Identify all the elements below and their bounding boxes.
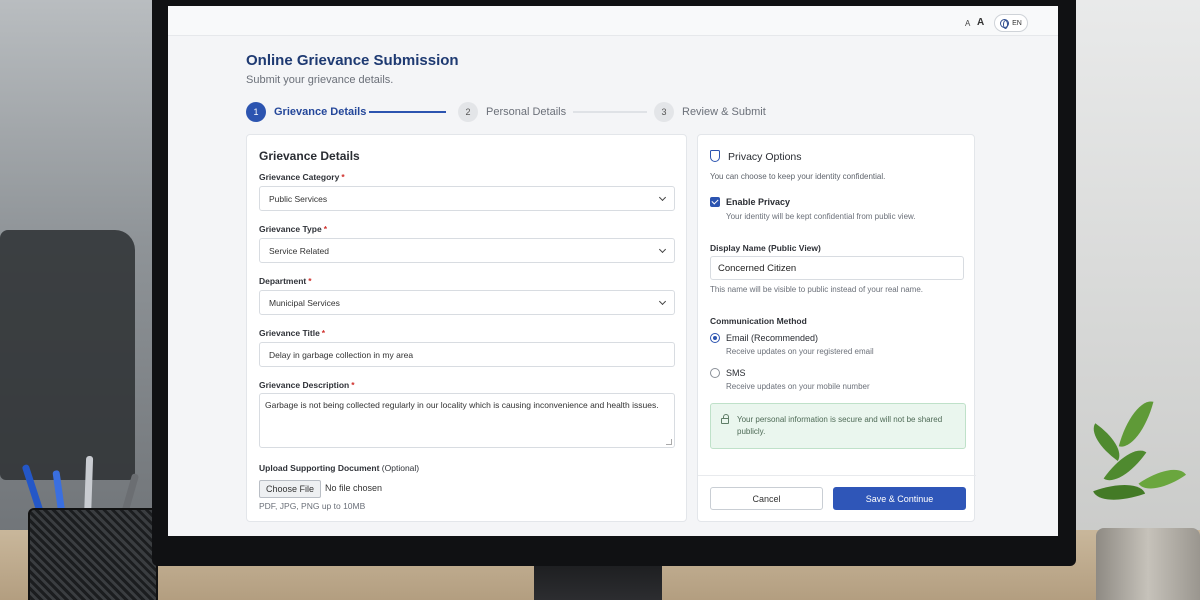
grievance-type-select[interactable]: Service Related [259,238,675,263]
chevron-down-icon [658,193,667,202]
globe-icon [1000,18,1010,29]
textarea-value: Garbage is not being collected regularly… [265,400,659,410]
step-personal-details[interactable]: 2 Personal Details [458,102,566,122]
step-grievance-details[interactable]: 1 Grievance Details [246,102,366,122]
label-text: Grievance Category [259,172,340,182]
grievance-details-card: Grievance Details Grievance Category * Pu… [246,134,687,522]
increase-font-button[interactable]: A [977,17,984,28]
language-code: EN [1012,19,1022,27]
required-marker: * [341,172,345,182]
privacy-options-card: Privacy Options You can choose to keep y… [697,134,976,522]
language-selector[interactable]: EN [994,14,1028,32]
file-status: No file chosen [325,483,383,493]
pen-holder [28,508,158,600]
sms-option-hint: Receive updates on your mobile number [726,382,870,391]
upload-hint: PDF, JPG, PNG up to 10MB [259,501,366,511]
card-title: Grievance Details [259,149,360,163]
step-number: 3 [654,102,674,122]
enable-privacy-label[interactable]: Enable Privacy [726,197,790,207]
email-option-hint: Receive updates on your registered email [726,347,874,356]
step-number: 1 [246,102,266,122]
step-number: 2 [458,102,478,122]
label-text: Grievance Description [259,380,350,390]
page-title: Online Grievance Submission [246,52,459,69]
display-name-label: Display Name (Public View) [710,243,821,253]
label-text: Grievance Type [259,224,322,234]
upload-document-label: Upload Supporting Document (Optional) [259,463,419,473]
grievance-title-label: Grievance Title * [259,328,325,338]
privacy-title: Privacy Options [728,151,802,163]
step-label: Personal Details [486,106,567,118]
enable-privacy-hint: Your identity will be kept confidential … [726,212,916,221]
email-radio[interactable] [710,333,720,343]
chevron-down-icon [658,245,667,254]
plant-pot [1096,528,1200,600]
monitor-screen: A A EN Online Grievance Submission Submi… [168,6,1058,536]
select-value: Municipal Services [269,297,340,308]
decrease-font-button[interactable]: A [965,19,970,28]
step-connector [573,111,647,113]
required-marker: * [351,380,355,390]
input-value: Delay in garbage collection in my area [269,349,414,360]
lock-icon [721,414,729,424]
cancel-button[interactable]: Cancel [710,487,823,510]
grievance-type-label: Grievance Type * [259,224,327,234]
choose-file-button[interactable]: Choose File [259,480,322,498]
grievance-description-textarea[interactable]: Garbage is not being collected regularly… [259,393,675,448]
upload-label-text: Upload Supporting Document [259,463,380,473]
shield-icon [710,150,720,162]
required-marker: * [323,224,327,234]
step-connector [369,111,446,113]
display-name-hint: This name will be visible to public inst… [710,285,923,294]
sms-option-label[interactable]: SMS [726,368,746,378]
chevron-down-icon [658,297,667,306]
divider [698,475,976,476]
background-chair [0,230,135,480]
required-marker: * [321,328,326,338]
background-window-right [1060,0,1200,600]
required-marker: * [308,276,312,286]
department-label: Department * [259,276,312,286]
grievance-category-select[interactable]: Public Services [259,186,675,211]
step-label: Review & Submit [682,106,766,118]
privacy-description: You can choose to keep your identity con… [710,172,886,181]
label-text: Grievance Title [259,328,320,338]
grievance-description-label: Grievance Description * [259,380,355,390]
step-review-submit[interactable]: 3 Review & Submit [654,102,766,122]
grievance-category-label: Grievance Category * [259,172,345,182]
grievance-title-input[interactable]: Delay in garbage collection in my area [259,342,675,367]
secure-notice: Your personal information is secure and … [710,403,966,449]
select-value: Service Related [269,245,330,256]
step-label: Grievance Details [274,106,367,118]
page-subtitle: Submit your grievance details. [246,74,394,86]
label-text: Department [259,276,307,286]
display-name-input[interactable]: Concerned Citizen [710,256,964,280]
enable-privacy-checkbox[interactable] [710,197,720,207]
communication-method-label: Communication Method [710,316,807,326]
input-value: Concerned Citizen [718,262,797,274]
secure-notice-text: Your personal information is secure and … [737,415,943,437]
save-continue-button[interactable]: Save & Continue [833,487,966,510]
resize-handle-icon[interactable] [666,439,672,445]
upload-optional-text: (Optional) [381,463,420,473]
department-select[interactable]: Municipal Services [259,290,675,315]
email-option-label[interactable]: Email (Recommended) [726,333,818,343]
sms-radio[interactable] [710,368,720,378]
select-value: Public Services [269,193,328,204]
top-bar: A A EN [168,6,1058,36]
